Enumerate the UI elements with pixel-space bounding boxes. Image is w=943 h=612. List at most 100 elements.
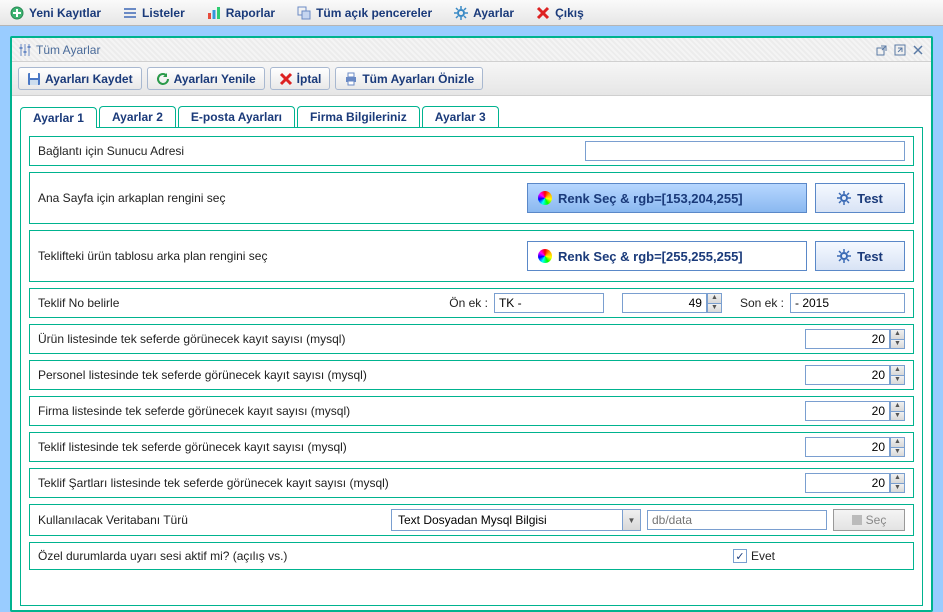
gear-icon — [454, 6, 468, 20]
list-icon — [123, 6, 137, 20]
db-type-value[interactable] — [392, 510, 622, 530]
teklif-label: Teklif listesinde tek seferde görünecek … — [38, 440, 347, 454]
teklif-input[interactable] — [805, 437, 890, 457]
row-server-address: Bağlantı için Sunucu Adresi — [29, 136, 914, 166]
menu-settings[interactable]: Ayarlar — [454, 6, 514, 20]
tab-ayarlar-3[interactable]: Ayarlar 3 — [422, 106, 499, 127]
menu-exit[interactable]: Çıkış — [536, 6, 584, 20]
tab-strip: Ayarlar 1 Ayarlar 2 E-posta Ayarları Fir… — [20, 106, 923, 128]
home-color-test-button[interactable]: Test — [815, 183, 905, 213]
window-title: Tüm Ayarlar — [18, 43, 100, 57]
spinner-down[interactable]: ▼ — [890, 411, 905, 421]
urun-input[interactable] — [805, 329, 890, 349]
gear-icon — [837, 191, 851, 205]
firma-stepper[interactable]: ▲▼ — [805, 401, 905, 421]
spinner-down[interactable]: ▼ — [890, 339, 905, 349]
chart-icon — [207, 6, 221, 20]
refresh-icon — [156, 72, 170, 86]
menu-label: Listeler — [142, 6, 185, 20]
spinner-up[interactable]: ▲ — [890, 329, 905, 339]
close-button[interactable] — [911, 43, 925, 57]
row-database-type: Kullanılacak Veritabanı Türü ▼ Seç — [29, 504, 914, 536]
cancel-icon — [279, 72, 293, 86]
table-bgcolor-label: Teklifteki ürün tablosu arka plan rengin… — [38, 249, 267, 263]
save-button[interactable]: Ayarları Kaydet — [18, 67, 142, 90]
suffix-label: Son ek : — [740, 296, 784, 310]
maximize-button[interactable] — [893, 43, 907, 57]
spinner-down[interactable]: ▼ — [890, 483, 905, 493]
table-color-picker-button[interactable]: Renk Seç & rgb=[255,255,255] — [527, 241, 807, 271]
settings-pane: Bağlantı için Sunucu Adresi Ana Sayfa iç… — [20, 128, 923, 606]
spinner-up[interactable]: ▲ — [890, 401, 905, 411]
alert-check-label: Evet — [751, 549, 775, 563]
cancel-button[interactable]: İptal — [270, 67, 331, 90]
teklifsart-input[interactable] — [805, 473, 890, 493]
refresh-button[interactable]: Ayarları Yenile — [147, 67, 265, 90]
teklifsart-stepper[interactable]: ▲▼ — [805, 473, 905, 493]
teklifsart-label: Teklif Şartları listesinde tek seferde g… — [38, 476, 389, 490]
row-table-bgcolor: Teklifteki ürün tablosu arka plan rengin… — [29, 230, 914, 282]
window-titlebar: Tüm Ayarlar — [12, 38, 931, 62]
db-path-input — [647, 510, 827, 530]
prefix-label: Ön ek : — [449, 296, 488, 310]
menu-open-windows[interactable]: Tüm açık pencereler — [297, 6, 432, 20]
row-offer-number: Teklif No belirle Ön ek : ▲▼ Son ek : — [29, 288, 914, 318]
urun-label: Ürün listesinde tek seferde görünecek ka… — [38, 332, 345, 346]
chevron-down-icon[interactable]: ▼ — [622, 510, 640, 530]
db-type-combo[interactable]: ▼ — [391, 509, 641, 531]
menu-new-records[interactable]: Yeni Kayıtlar — [10, 6, 101, 20]
menu-label: Tüm açık pencereler — [316, 6, 432, 20]
gear-icon — [837, 249, 851, 263]
sliders-icon — [18, 43, 32, 57]
spinner-down[interactable]: ▼ — [707, 303, 722, 313]
menu-label: Raporlar — [226, 6, 275, 20]
personel-label: Personel listesinde tek seferde görünece… — [38, 368, 367, 382]
spinner-down[interactable]: ▼ — [890, 447, 905, 457]
window-title-text: Tüm Ayarlar — [36, 43, 100, 57]
personel-input[interactable] — [805, 365, 890, 385]
tab-firma[interactable]: Firma Bilgileriniz — [297, 106, 420, 127]
db-select-button[interactable]: Seç — [833, 509, 905, 531]
teklif-stepper[interactable]: ▲▼ — [805, 437, 905, 457]
personel-stepper[interactable]: ▲▼ — [805, 365, 905, 385]
row-teklif-count: Teklif listesinde tek seferde görünecek … — [29, 432, 914, 462]
menu-label: Çıkış — [555, 6, 584, 20]
color-icon — [538, 191, 552, 205]
firma-input[interactable] — [805, 401, 890, 421]
close-icon — [536, 6, 550, 20]
server-label: Bağlantı için Sunucu Adresi — [38, 144, 184, 158]
plus-icon — [10, 6, 24, 20]
print-icon — [344, 72, 358, 86]
urun-stepper[interactable]: ▲▼ — [805, 329, 905, 349]
window-toolbar: Ayarları Kaydet Ayarları Yenile İptal Tü… — [12, 62, 931, 96]
tab-ayarlar-1[interactable]: Ayarlar 1 — [20, 107, 97, 128]
spinner-up[interactable]: ▲ — [890, 365, 905, 375]
tab-ayarlar-2[interactable]: Ayarlar 2 — [99, 106, 176, 127]
detach-button[interactable] — [875, 43, 889, 57]
square-icon — [852, 515, 862, 525]
spinner-up[interactable]: ▲ — [890, 473, 905, 483]
prefix-input[interactable] — [494, 293, 604, 313]
spinner-up[interactable]: ▲ — [707, 293, 722, 303]
suffix-input[interactable] — [790, 293, 905, 313]
offer-number-stepper[interactable]: ▲▼ — [622, 293, 722, 313]
db-label: Kullanılacak Veritabanı Türü — [38, 513, 188, 527]
row-alert-sound: Özel durumlarda uyarı sesi aktif mi? (aç… — [29, 542, 914, 570]
server-input[interactable] — [585, 141, 905, 161]
home-bgcolor-label: Ana Sayfa için arkaplan rengini seç — [38, 191, 225, 205]
tab-eposta[interactable]: E-posta Ayarları — [178, 106, 295, 127]
menu-lists[interactable]: Listeler — [123, 6, 185, 20]
home-color-picker-button[interactable]: Renk Seç & rgb=[153,204,255] — [527, 183, 807, 213]
color-icon — [538, 249, 552, 263]
row-firma-count: Firma listesinde tek seferde görünecek k… — [29, 396, 914, 426]
row-teklifsart-count: Teklif Şartları listesinde tek seferde g… — [29, 468, 914, 498]
offer-number-input[interactable] — [622, 293, 707, 313]
menu-reports[interactable]: Raporlar — [207, 6, 275, 20]
alert-checkbox[interactable]: ✓ — [733, 549, 747, 563]
spinner-down[interactable]: ▼ — [890, 375, 905, 385]
spinner-up[interactable]: ▲ — [890, 437, 905, 447]
preview-button[interactable]: Tüm Ayarları Önizle — [335, 67, 483, 90]
table-color-test-button[interactable]: Test — [815, 241, 905, 271]
menu-label: Ayarlar — [473, 6, 514, 20]
save-icon — [27, 72, 41, 86]
